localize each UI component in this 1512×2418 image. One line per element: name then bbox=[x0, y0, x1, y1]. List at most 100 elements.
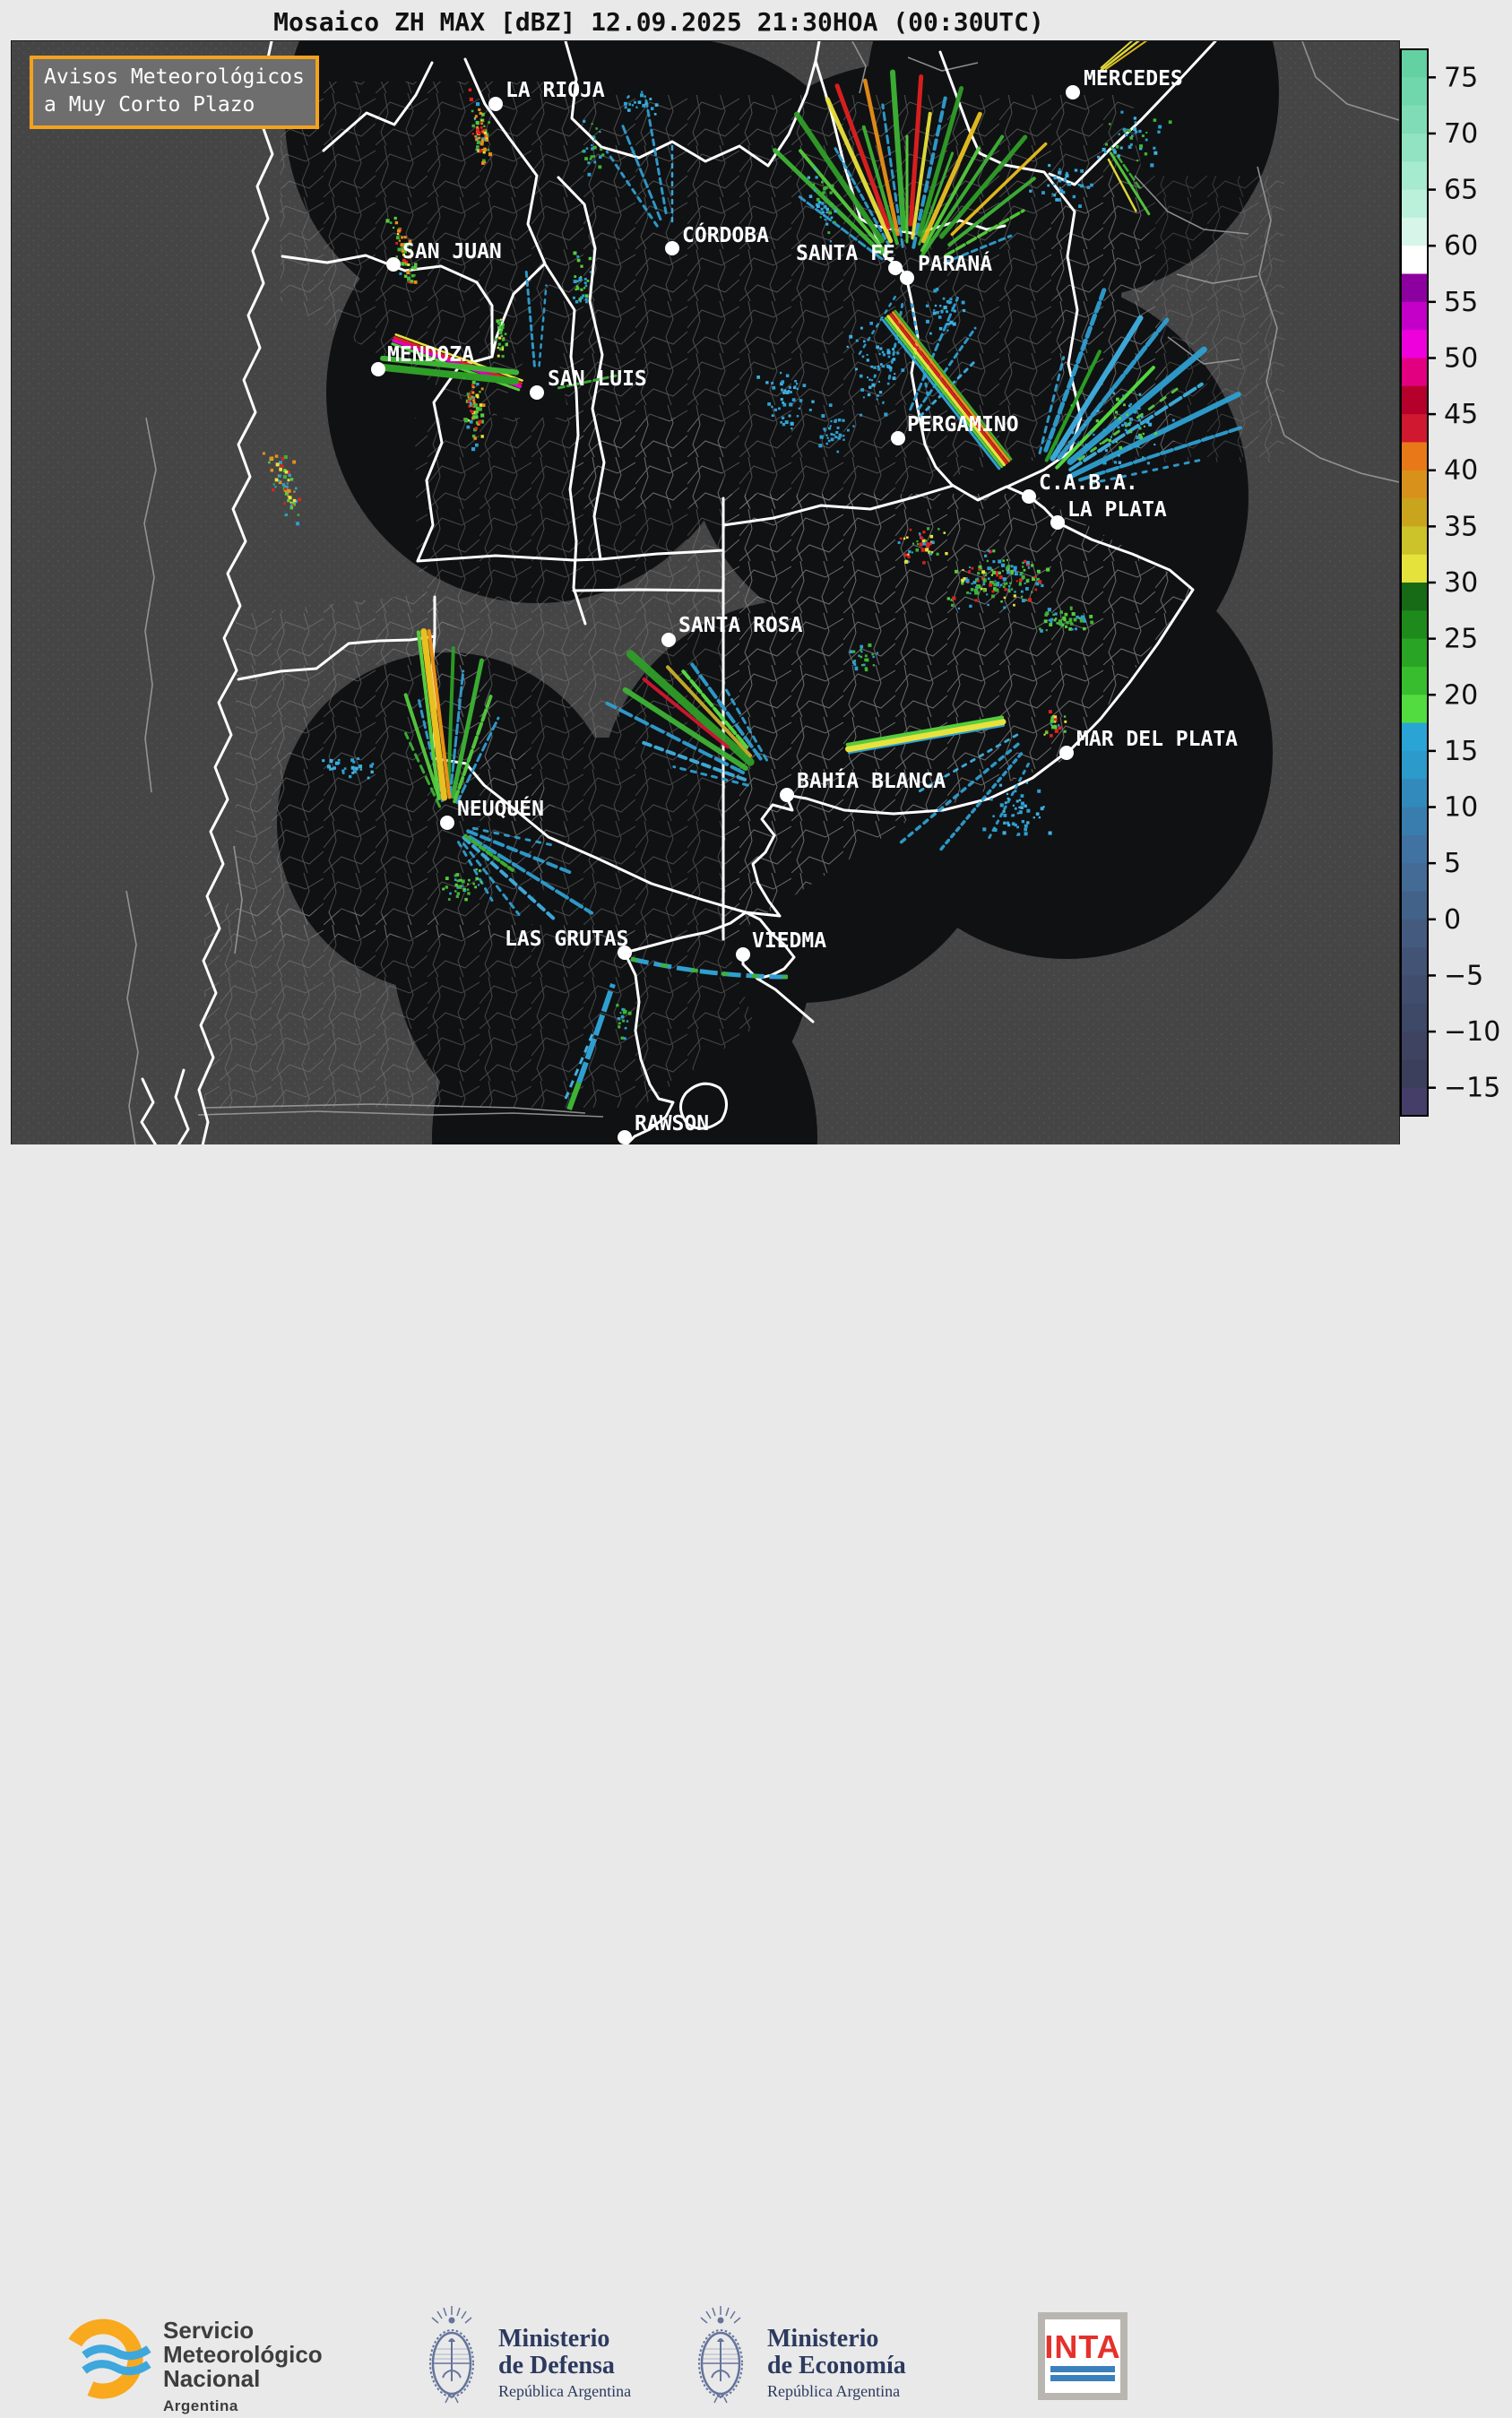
colorbar-segment bbox=[1401, 863, 1428, 893]
city-label: LAS GRUTAS bbox=[505, 928, 628, 951]
inta-label: INTA bbox=[1044, 2328, 1121, 2365]
smn-logo-text: Servicio Meteorológico Nacional Argentin… bbox=[163, 2319, 323, 2418]
colorbar-tick-label: 70 bbox=[1444, 118, 1478, 150]
city-label: SAN JUAN bbox=[402, 240, 502, 263]
advisory-line1: Avisos Meteorológicos bbox=[44, 65, 305, 89]
city-dot bbox=[900, 271, 914, 285]
smn-line1: Servicio bbox=[163, 2317, 255, 2344]
economia-coat-of-arms-icon bbox=[692, 2302, 749, 2412]
colorbar-tick-label: 40 bbox=[1444, 455, 1478, 487]
colorbar-segment bbox=[1401, 77, 1428, 107]
city-dot bbox=[891, 431, 905, 445]
defensa-l2: de Defensa bbox=[498, 2352, 615, 2379]
colorbar-segment bbox=[1401, 133, 1428, 162]
colorbar-segment bbox=[1401, 246, 1428, 275]
colorbar-tick-label: 25 bbox=[1444, 624, 1478, 655]
colorbar-segment bbox=[1401, 975, 1428, 1005]
economia-l1: Ministerio bbox=[767, 2325, 879, 2353]
colorbar-tick-label: −15 bbox=[1444, 1073, 1500, 1104]
smn-line3: Nacional bbox=[163, 2365, 261, 2392]
city-label: MAR DEL PLATA bbox=[1076, 728, 1238, 751]
colorbar-segment bbox=[1401, 1087, 1428, 1117]
city-label: VIEDMA bbox=[752, 929, 826, 953]
city-label: NEUQUÉN bbox=[457, 796, 544, 821]
city-label: RAWSON bbox=[635, 1112, 709, 1136]
colorbar-tick-label: 35 bbox=[1444, 511, 1478, 542]
colorbar-tick-label: 50 bbox=[1444, 342, 1478, 374]
colorbar-segment bbox=[1401, 161, 1428, 191]
city-dot bbox=[1050, 515, 1065, 530]
colorbar-tick-label: 55 bbox=[1444, 287, 1478, 318]
city-label: C.A.B.A. bbox=[1039, 471, 1138, 495]
smn-logo-icon bbox=[63, 2319, 151, 2399]
colorbar-segment bbox=[1401, 273, 1428, 303]
colorbar-segment bbox=[1401, 414, 1428, 444]
page-title: Mosaico ZH MAX [dBZ] 12.09.2025 21:30HOA… bbox=[273, 7, 1044, 37]
colorbar-segment bbox=[1401, 750, 1428, 780]
inta-bar-1 bbox=[1050, 2366, 1115, 2372]
city-label: MERCEDES bbox=[1084, 67, 1183, 91]
colorbar-segment bbox=[1401, 470, 1428, 499]
colorbar-tick-label: 60 bbox=[1444, 230, 1478, 262]
ministerio-economia-block: Ministerio de Economía República Argenti… bbox=[767, 2326, 906, 2403]
city-dot bbox=[780, 788, 794, 802]
defensa-l3: República Argentina bbox=[498, 2382, 632, 2400]
colorbar-segment bbox=[1401, 919, 1428, 948]
defensa-coat-of-arms-icon bbox=[423, 2302, 480, 2412]
city-dot bbox=[618, 1130, 632, 1144]
colorbar-segment bbox=[1401, 385, 1428, 415]
colorbar-segment bbox=[1401, 947, 1428, 977]
ministerio-defensa-block: Ministerio de Defensa República Argentin… bbox=[498, 2326, 631, 2403]
colorbar-scale: 757065605550454035302520151050−5−10−15 bbox=[1400, 48, 1500, 1117]
colorbar-tick-label: 30 bbox=[1444, 567, 1478, 599]
city-label: LA RIOJA bbox=[505, 79, 605, 102]
defensa-l1: Ministerio bbox=[498, 2325, 610, 2353]
colorbar-tick-label: 0 bbox=[1444, 904, 1461, 936]
city-dot bbox=[1059, 746, 1074, 760]
colorbar-segment bbox=[1401, 610, 1428, 640]
city-dot bbox=[665, 241, 679, 255]
inta-logo: INTA bbox=[1038, 2312, 1128, 2400]
colorbar-segment bbox=[1401, 498, 1428, 527]
city-label: PARANÁ bbox=[918, 251, 992, 276]
city-label: LA PLATA bbox=[1067, 498, 1167, 522]
colorbar-tick-label: 5 bbox=[1444, 848, 1461, 879]
smn-line2: Meteorológico bbox=[163, 2341, 323, 2368]
city-dot bbox=[661, 633, 676, 647]
colorbar-segment bbox=[1401, 1032, 1428, 1060]
advisory-box[interactable]: Avisos Meteorológicos a Muy Corto Plazo bbox=[30, 56, 319, 129]
radar-map-canvas: LA RIOJA MERCEDES SAN JUAN CÓRDOBA SANTA FE P… bbox=[12, 41, 1399, 1145]
city-label: SAN LUIS bbox=[548, 367, 647, 391]
colorbar-segment bbox=[1401, 1059, 1428, 1089]
colorbar-segment bbox=[1401, 105, 1428, 134]
colorbar-segment bbox=[1401, 834, 1428, 864]
colorbar-tick-label: 10 bbox=[1444, 792, 1478, 824]
colorbar-segment bbox=[1401, 526, 1428, 556]
colorbar-tick-label: 20 bbox=[1444, 679, 1478, 711]
colorbar-segment bbox=[1401, 695, 1428, 724]
city-dot bbox=[1066, 85, 1080, 99]
city-dot bbox=[440, 816, 454, 830]
colorbar-segment bbox=[1401, 638, 1428, 668]
colorbar-segment bbox=[1401, 722, 1428, 752]
city-dot bbox=[1022, 489, 1036, 504]
city-dot bbox=[371, 362, 385, 376]
colorbar-segment bbox=[1401, 217, 1428, 246]
colorbar-segment bbox=[1401, 583, 1428, 611]
colorbar-segment bbox=[1401, 554, 1428, 583]
city-dot bbox=[736, 947, 750, 962]
city-dot bbox=[386, 257, 401, 272]
city-dot bbox=[530, 385, 544, 400]
colorbar-segment bbox=[1401, 301, 1428, 331]
colorbar-tick-label: 45 bbox=[1444, 399, 1478, 430]
colorbar-segment bbox=[1401, 1003, 1428, 1032]
colorbar-segment bbox=[1401, 49, 1428, 78]
radar-map: LA RIOJA MERCEDES SAN JUAN CÓRDOBA SANTA FE P… bbox=[11, 40, 1400, 1146]
city-dot bbox=[488, 97, 503, 111]
city-label: CÓRDOBA bbox=[682, 222, 769, 247]
inta-logo-inner: INTA bbox=[1044, 2319, 1121, 2393]
colorbar-segment bbox=[1401, 189, 1428, 219]
colorbar-segment bbox=[1401, 330, 1428, 359]
economia-l3: República Argentina bbox=[767, 2382, 901, 2400]
advisory-line2: a Muy Corto Plazo bbox=[44, 93, 255, 117]
